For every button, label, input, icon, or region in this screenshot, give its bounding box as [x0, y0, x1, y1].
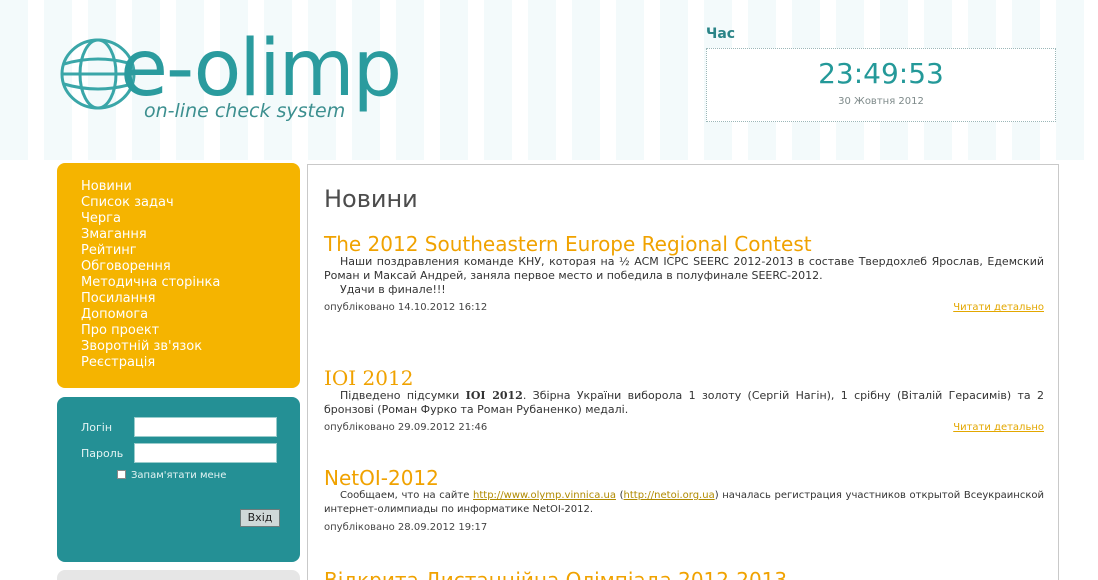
news-title[interactable]: NetOI-2012	[324, 467, 1044, 489]
remember-me[interactable]: Запам'ятати мене	[117, 470, 226, 481]
password-input[interactable]	[134, 443, 277, 463]
login-label: Логін	[81, 421, 113, 434]
news-body-bold: IOI 2012	[465, 389, 523, 402]
side-panel	[57, 570, 300, 580]
news-date: опубліковано 14.10.2012 16:12	[324, 302, 488, 313]
menu-item-competitions[interactable]: Змагання	[81, 227, 300, 243]
news-item: NetOI-2012 Сообщаем, что на сайте http:/…	[324, 467, 1044, 533]
clock-date: 30 Жовтня 2012	[838, 96, 924, 107]
menu-item-queue[interactable]: Черга	[81, 211, 300, 227]
password-label: Пароль	[81, 447, 124, 460]
news-meta: опубліковано 29.09.2012 21:46 Читати дет…	[324, 422, 1044, 433]
site-logo[interactable]: e-olimp on-line check system	[58, 22, 418, 132]
news-content: Новини The 2012 Southeastern Europe Regi…	[307, 164, 1059, 580]
menu-item-methodical[interactable]: Методична сторінка	[81, 275, 300, 291]
menu-item-news[interactable]: Новини	[81, 179, 300, 195]
menu-item-links[interactable]: Посилання	[81, 291, 300, 307]
menu-item-problems[interactable]: Список задач	[81, 195, 300, 211]
brand-tagline: on-line check system	[144, 100, 346, 122]
news-title[interactable]: IOI 2012	[324, 367, 1044, 389]
netoi-link[interactable]: http://netoi.org.ua	[624, 490, 715, 501]
clock-title: Час	[706, 26, 736, 42]
read-more-link[interactable]: Читати детально	[953, 302, 1044, 313]
olymp-link[interactable]: http://www.olymp.vinnica.ua	[473, 490, 616, 501]
news-meta: опубліковано 28.09.2012 19:17	[324, 522, 1044, 533]
menu-item-register[interactable]: Реєстрація	[81, 355, 300, 371]
news-title[interactable]: The 2012 Southeastern Europe Regional Co…	[324, 233, 1044, 255]
news-body: Підведено підсумки IOI 2012. Збірна Укра…	[324, 389, 1044, 417]
remember-checkbox[interactable]	[117, 470, 126, 479]
login-button[interactable]: Вхід	[240, 509, 280, 527]
clock-widget: 23:49:53 30 Жовтня 2012	[706, 48, 1056, 122]
news-item: The 2012 Southeastern Europe Regional Co…	[324, 233, 1044, 313]
read-more-link[interactable]: Читати детально	[953, 422, 1044, 433]
news-body: Наши поздравления команде КНУ, которая н…	[324, 255, 1044, 282]
news-item: IOI 2012 Підведено підсумки IOI 2012. Зб…	[324, 367, 1044, 433]
news-item: Відкрита Дистанційна Олімпіада 2012-2013	[324, 569, 1044, 580]
news-date: опубліковано 28.09.2012 19:17	[324, 522, 488, 533]
menu-item-rating[interactable]: Рейтинг	[81, 243, 300, 259]
login-panel: Логін Пароль Запам'ятати мене Вхід	[57, 397, 300, 562]
news-body-text: Сообщаем, что на сайте	[340, 490, 474, 501]
remember-label: Запам'ятати мене	[131, 470, 227, 481]
news-body: Сообщаем, что на сайте http://www.olymp.…	[324, 489, 1044, 517]
news-date: опубліковано 29.09.2012 21:46	[324, 422, 488, 433]
news-body-text: Підведено підсумки	[340, 389, 466, 402]
menu-item-feedback[interactable]: Зворотній зв'язок	[81, 339, 300, 355]
menu-item-help[interactable]: Допомога	[81, 307, 300, 323]
login-input[interactable]	[134, 417, 277, 437]
news-title[interactable]: Відкрита Дистанційна Олімпіада 2012-2013	[324, 569, 1044, 580]
news-meta: опубліковано 14.10.2012 16:12 Читати дет…	[324, 302, 1044, 313]
clock-time: 23:49:53	[818, 57, 944, 90]
menu-item-discussions[interactable]: Обговорення	[81, 259, 300, 275]
menu-item-about[interactable]: Про проект	[81, 323, 300, 339]
page-title: Новини	[324, 185, 418, 213]
news-body-text: (	[615, 490, 624, 501]
main-menu: Новини Список задач Черга Змагання Рейти…	[57, 163, 300, 388]
news-body: Удачи в финале!!!	[340, 283, 446, 296]
